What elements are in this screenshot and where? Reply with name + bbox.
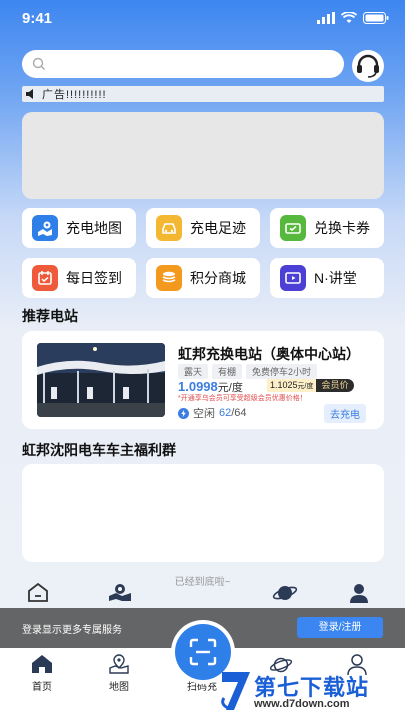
idle-label: 空闲: [193, 408, 215, 420]
watermark-url: www.d7down.com: [254, 698, 350, 710]
member-price-value: 1.1025元/度: [267, 379, 317, 392]
planet-icon: [272, 586, 298, 600]
price-value: 1.0998: [178, 379, 218, 394]
tile-charging-map[interactable]: 充电地图: [22, 208, 136, 248]
section-title-recommended: 推荐电站: [22, 308, 78, 324]
tile-label: 充电足迹: [190, 220, 246, 236]
status-bar: 9:41: [0, 0, 405, 40]
member-price: 1.1025元/度 会员价: [267, 379, 354, 392]
user-icon: [350, 584, 368, 603]
station-card[interactable]: 虹邦充换电站（奥体中心站） 露天 有棚 免费停车2小时 1.0998 元/度 1.…: [22, 331, 384, 429]
customer-service-icon[interactable]: [352, 50, 384, 82]
station-tags: 露天 有棚 免费停车2小时: [178, 364, 318, 379]
coins-icon: [156, 265, 182, 291]
signal-icon: [317, 12, 335, 24]
notice-text: 广告!!!!!!!!!!: [42, 89, 107, 101]
search-row: [22, 50, 384, 82]
ticket-icon: [280, 215, 306, 241]
calendar-icon: [32, 265, 58, 291]
login-prompt-text: 登录显示更多专属服务: [22, 625, 122, 636]
battery-icon: [363, 12, 389, 24]
search-icon: [32, 57, 45, 70]
scan-icon: [189, 638, 217, 666]
tile-n-lecture[interactable]: N·讲堂: [270, 258, 384, 298]
banner[interactable]: [22, 112, 384, 199]
member-price-unit: 元/度: [297, 383, 314, 390]
tile-label: N·讲堂: [314, 270, 357, 286]
map-location-icon: [109, 584, 131, 601]
speaker-icon: [26, 89, 33, 99]
tile-redeem-coupon[interactable]: 兑换卡券: [270, 208, 384, 248]
login-register-button[interactable]: 登录/注册: [297, 617, 383, 638]
station-tag: 露天: [178, 364, 209, 379]
go-charge-button[interactable]: 去充电: [324, 404, 366, 423]
wifi-icon: [341, 12, 357, 23]
ghost-tab-icons: [0, 580, 405, 606]
tile-label: 充电地图: [66, 220, 122, 236]
station-tag: 免费停车2小时: [246, 364, 318, 379]
play-icon: [280, 265, 306, 291]
tile-charging-footprint[interactable]: 充电足迹: [146, 208, 260, 248]
notice-bar[interactable]: 广告!!!!!!!!!!: [22, 86, 384, 102]
member-price-num: 1.1025: [270, 380, 298, 390]
group-card[interactable]: [22, 464, 384, 562]
status-icons: [317, 12, 389, 24]
idle-total: /64: [231, 407, 247, 419]
tile-label: 积分商城: [190, 270, 246, 286]
tile-label: 每日签到: [66, 270, 122, 286]
map-pin-icon: [32, 215, 58, 241]
home-outline-icon: [28, 582, 48, 602]
home-icon: [32, 655, 52, 673]
search-input[interactable]: [22, 50, 344, 78]
idle-status: 空闲 62/64: [178, 405, 247, 421]
section-title-group: 虹邦沈阳电车车主福利群: [22, 442, 176, 458]
car-icon: [156, 215, 182, 241]
lightning-icon: [178, 407, 189, 419]
promo-text: *开通享乌会员可享受超级会员优惠价格！: [178, 395, 307, 402]
watermark: 第七下载站 www.d7down.com: [216, 660, 405, 720]
tab-label: 地图: [109, 682, 129, 693]
tile-points-mall[interactable]: 积分商城: [146, 258, 260, 298]
watermark-logo-icon: [221, 672, 250, 710]
tile-label: 兑换卡券: [314, 220, 370, 236]
station-tag: 有棚: [212, 364, 243, 379]
status-time: 9:41: [22, 10, 53, 27]
map-icon: [109, 654, 129, 674]
idle-available: 62: [219, 407, 232, 419]
member-badge: 会员价: [316, 379, 354, 392]
station-photo: [37, 343, 165, 417]
tab-label: 首页: [32, 682, 52, 693]
tile-daily-checkin[interactable]: 每日签到: [22, 258, 136, 298]
station-name: 虹邦充换电站（奥体中心站）: [178, 346, 360, 362]
